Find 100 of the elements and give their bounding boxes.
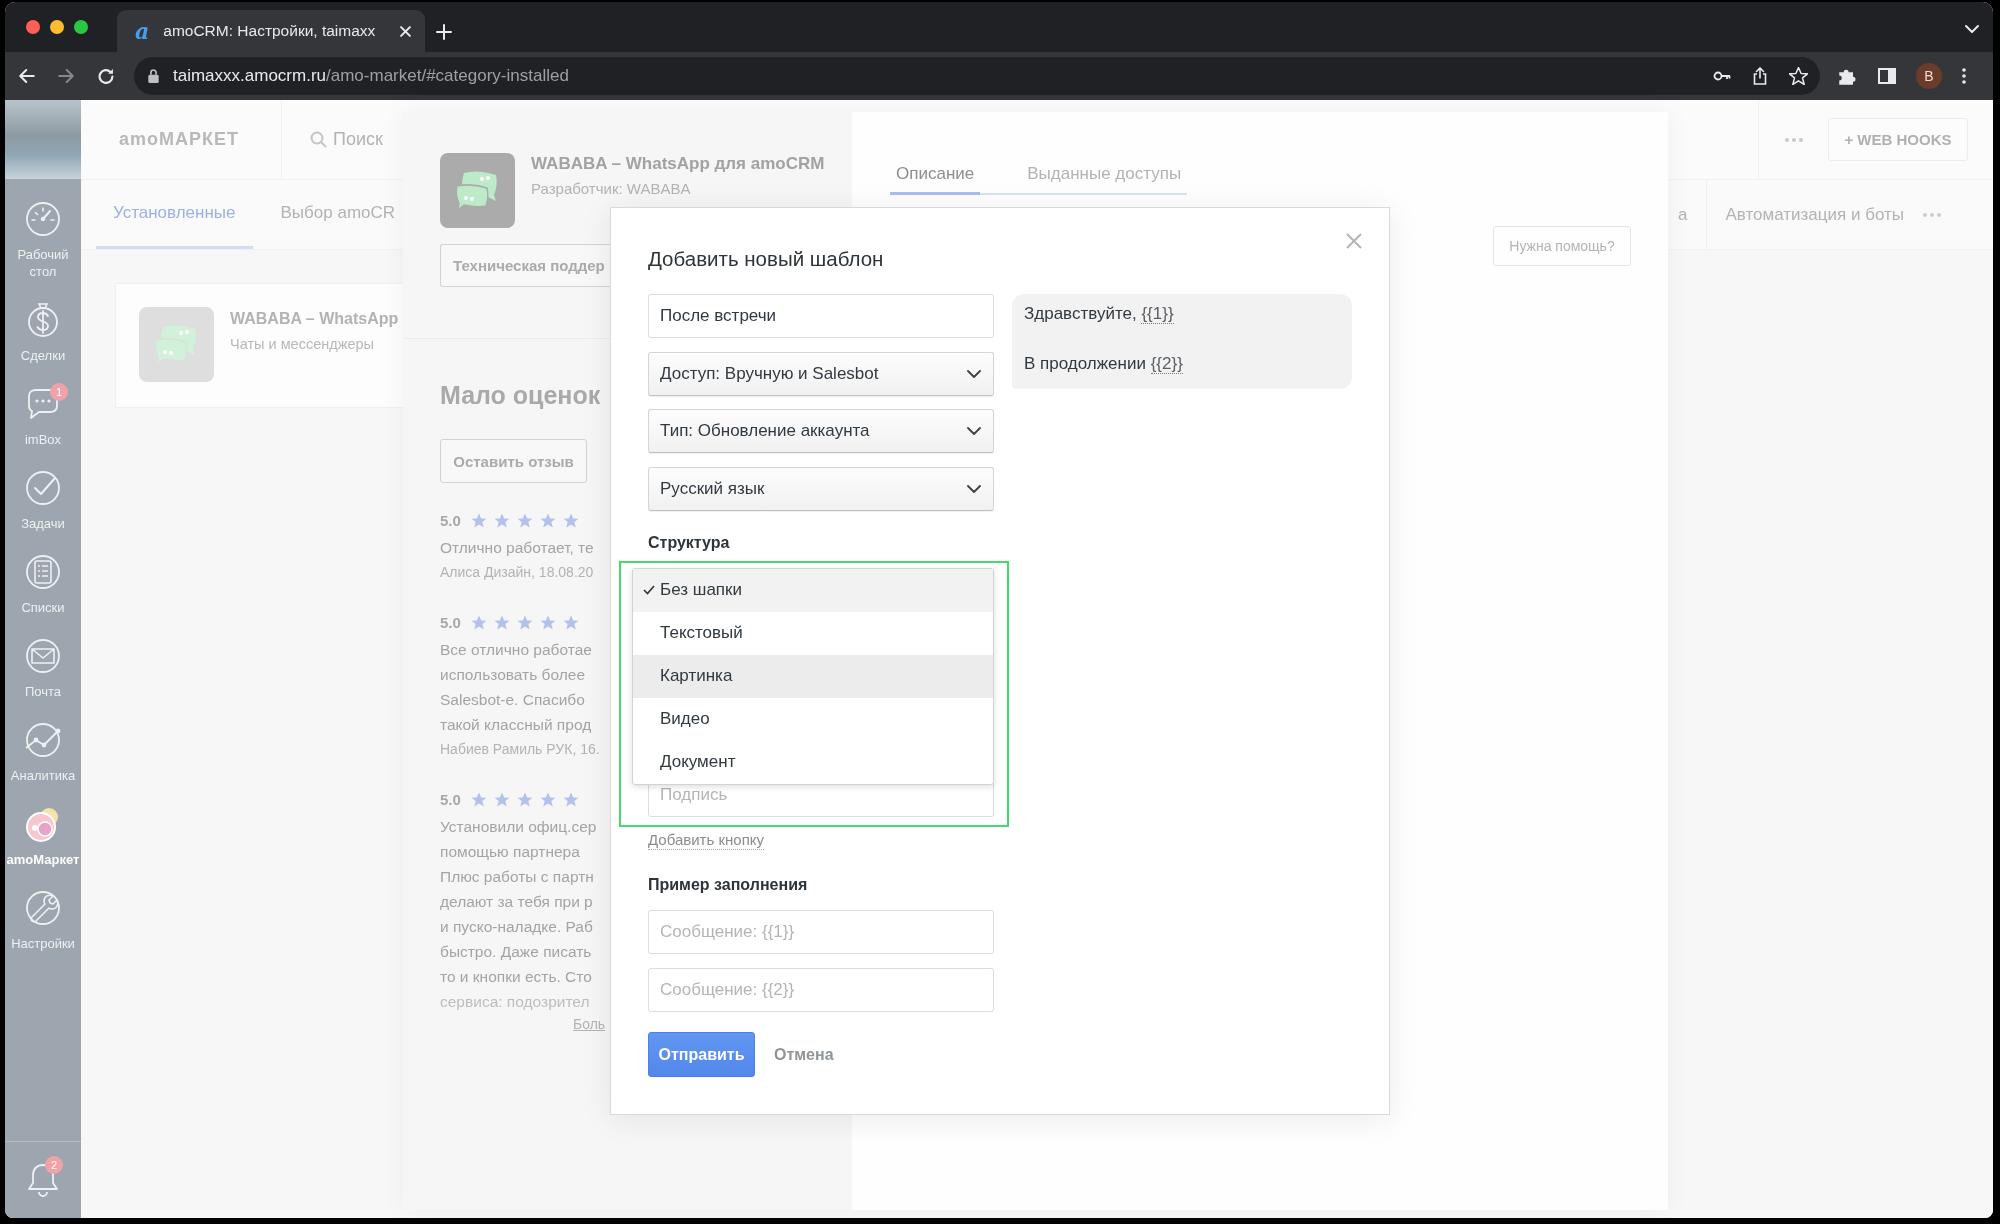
share-icon[interactable]	[1753, 67, 1767, 85]
app-title: WABABA – WhatsApp	[230, 309, 399, 329]
search-icon	[310, 131, 327, 148]
gauge-icon	[23, 199, 63, 239]
star-icon	[493, 512, 510, 528]
dropdown-option[interactable]: Без шапки	[633, 568, 993, 612]
more-link[interactable]: Боль	[573, 1014, 606, 1034]
star-icon	[516, 512, 533, 528]
key-icon[interactable]	[1713, 71, 1731, 81]
sidebar-item[interactable]: imBox 1	[5, 364, 81, 448]
input-field[interactable]: После встречи	[648, 294, 994, 338]
dropdown-option[interactable]: Картинка	[633, 654, 993, 698]
dropdown[interactable]: Тип: Обновление аккаунта	[648, 409, 994, 453]
review-text: Отлично работает, те	[440, 538, 594, 558]
sidebar-item[interactable]: Задачи	[5, 448, 81, 532]
profile-avatar[interactable]: B	[1916, 63, 1942, 89]
star-icon	[539, 791, 556, 807]
webhooks-button[interactable]: + WEB HOOKS	[1828, 118, 1968, 161]
dropdown-option[interactable]: Текстовый	[633, 611, 993, 655]
panel-tab[interactable]: Выданные доступы	[1021, 112, 1188, 195]
check-icon	[643, 584, 655, 595]
window-close-button[interactable]	[26, 20, 40, 34]
category-tab[interactable]: Автоматизация и боты	[1706, 179, 1923, 250]
category-tab[interactable]: а	[1677, 179, 1707, 250]
reload-icon[interactable]	[98, 68, 114, 84]
window-zoom-button[interactable]	[74, 20, 88, 34]
preview-text: Здравствуйте, {{1}}	[1024, 303, 1174, 326]
star-icon	[539, 614, 556, 630]
window-minimize-button[interactable]	[50, 20, 64, 34]
address-bar[interactable]: taimaxxx.amocrm.ru/amo-market/#category-installed	[134, 57, 1820, 95]
search-field[interactable]: Поиск	[310, 129, 383, 150]
dropdown[interactable]: Доступ: Вручную и Salesbot	[648, 351, 994, 396]
sidebar-icon[interactable]	[1878, 68, 1896, 84]
browser-tab[interactable]: a amoCRM: Настройки, taimaxx	[117, 10, 425, 52]
chat-bubbles-icon	[139, 307, 214, 382]
section-label: Пример заполнения	[648, 874, 808, 895]
sidebar-item[interactable]: amoМаркет	[5, 784, 81, 868]
check-circle-icon	[23, 468, 63, 508]
dialog-title: Добавить новый шаблон	[648, 246, 884, 272]
sidebar-item[interactable]: Почта	[5, 616, 81, 700]
star-icon	[470, 512, 487, 528]
url-text: taimaxxx.amocrm.ru/amo-market/#category-installed	[173, 66, 569, 86]
sidebar-item[interactable]: Аналитика	[5, 700, 81, 784]
section-label: Структура	[648, 532, 730, 553]
favicon-logo: a	[135, 20, 150, 42]
add-button-link[interactable]: Добавить кнопку	[648, 829, 764, 850]
dropdown-option[interactable]: Видео	[633, 697, 993, 741]
back-icon[interactable]	[19, 69, 35, 83]
rating-value: 5.0	[440, 511, 461, 529]
envelope-icon	[23, 636, 63, 676]
category-tab[interactable]: Выбор amoCR	[263, 180, 396, 249]
new-tab-icon[interactable]	[436, 24, 452, 40]
sidebar-item[interactable]: Настройки	[5, 868, 81, 952]
star-icon	[516, 614, 533, 630]
market-logo: amoМАРКЕТ	[119, 129, 239, 150]
sidebar-item[interactable]: Рабочий стол	[5, 179, 81, 280]
chevron-down-icon	[967, 427, 981, 435]
review-text: Установили офиц.сер помощью партнера Плюс работы с партн делают за тебя при р и пуско-наладке. Раб быстро. Даже писать то и кнопки есть. Сто сервиса: подозрител	[440, 817, 597, 1012]
sidebar-item[interactable]: Списки	[5, 532, 81, 616]
rating-value: 5.0	[440, 790, 461, 808]
notification-badge: 2	[45, 1156, 63, 1174]
review-author: Набиев Рамиль РУК, 16.	[440, 740, 600, 759]
star-icon	[562, 614, 579, 630]
submit-button[interactable]: Отправить	[648, 1032, 755, 1077]
list-icon	[23, 552, 63, 592]
star-icon	[539, 512, 556, 528]
star-icon	[562, 512, 579, 528]
star-icon[interactable]	[1789, 67, 1808, 85]
wrench-icon	[23, 888, 63, 928]
star-icon	[516, 791, 533, 807]
input-field[interactable]: Сообщение: {{2}}	[648, 967, 994, 1012]
panel-tab[interactable]: Описание	[890, 112, 981, 195]
chevron-down-icon	[967, 369, 981, 378]
menu-icon[interactable]	[1962, 68, 1966, 84]
star-icon	[470, 791, 487, 807]
rating-value: 5.0	[440, 613, 461, 631]
review-author: Алиса Дизайн, 18.08.20	[440, 563, 594, 582]
app-category: Чаты и мессенджеры	[230, 335, 374, 354]
chat-bubbles-icon	[440, 153, 515, 228]
support-button[interactable]: Техническая поддер	[440, 244, 610, 287]
notification-badge: 1	[50, 383, 68, 401]
developer-text: Разработчик: WABABA	[531, 179, 691, 199]
app-title: WABABA – WhatsApp для amoCRM	[531, 153, 825, 175]
chevron-down-icon[interactable]	[1965, 25, 1979, 33]
input-field[interactable]: Сообщение: {{1}}	[648, 909, 994, 954]
rating-heading: Мало оценок	[440, 380, 601, 411]
review-button[interactable]: Оставить отзыв	[440, 439, 587, 483]
chart-icon	[23, 720, 63, 760]
chevron-down-icon	[967, 484, 981, 493]
sidebar-item[interactable]: Сделки	[5, 280, 81, 364]
preview-text: В продолжении {{2}}	[1024, 353, 1183, 376]
dropdown[interactable]: Русский язык	[648, 466, 994, 511]
star-icon	[493, 791, 510, 807]
app-card[interactable]: WABABA – WhatsApp Чаты и мессенджеры	[115, 283, 403, 408]
star-icon	[470, 614, 487, 630]
star-icon	[562, 791, 579, 807]
help-button[interactable]: Нужна помощь?	[1493, 226, 1631, 266]
category-tab[interactable]: Установленные	[96, 180, 253, 249]
cancel-button[interactable]: Отмена	[774, 1045, 834, 1064]
lock-icon	[148, 69, 159, 83]
